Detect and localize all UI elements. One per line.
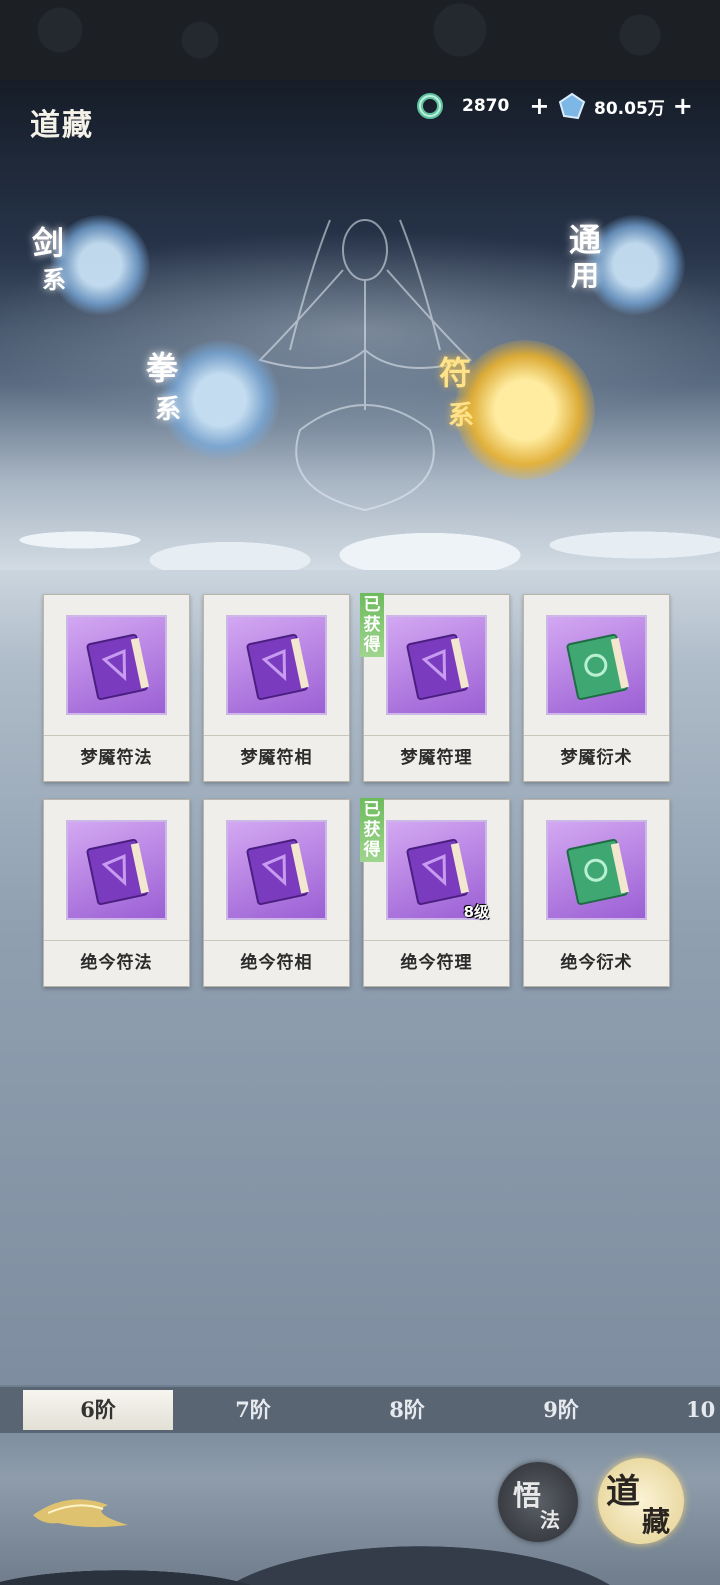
book-card[interactable]: 梦魇衍术 bbox=[523, 594, 670, 782]
book-grid: 梦魇符法 梦魇符相 已获得 梦魇符理 梦魇衍术 绝今符法 绝今符相 8级 已获得… bbox=[43, 593, 673, 987]
book-icon-slot bbox=[546, 615, 647, 715]
book-name: 梦魇符法 bbox=[80, 748, 153, 768]
book-card[interactable]: 梦魇符法 bbox=[43, 594, 190, 782]
purple-book-icon bbox=[86, 633, 150, 701]
book-icon-slot bbox=[66, 615, 167, 715]
spirit-crystal-icon bbox=[558, 92, 586, 120]
book-icon-slot bbox=[546, 820, 647, 920]
book-name: 绝今衍术 bbox=[560, 953, 633, 973]
book-icon-slot bbox=[386, 615, 487, 715]
golden-phoenix-icon bbox=[33, 1499, 128, 1528]
page-title: 道藏 bbox=[30, 108, 94, 143]
tab-tier-10[interactable]: 10 bbox=[686, 1387, 720, 1433]
jade-count: 2870 bbox=[462, 96, 510, 116]
school-general-label-bottom: 用 bbox=[570, 259, 599, 292]
school-sword-label-top: 剑 bbox=[31, 224, 64, 262]
enlighten-button[interactable]: 悟 法 bbox=[498, 1462, 578, 1542]
school-general-label-top: 通 bbox=[568, 221, 601, 259]
enlighten-label-top: 悟 bbox=[513, 1479, 542, 1512]
purple-book-icon bbox=[246, 838, 310, 906]
acquired-badge: 已获得 bbox=[360, 798, 384, 862]
enlighten-label-bottom: 法 bbox=[540, 1508, 560, 1532]
book-icon-slot bbox=[66, 820, 167, 920]
green-book-icon bbox=[566, 633, 630, 701]
book-card[interactable]: 梦魇符相 bbox=[203, 594, 350, 782]
book-level: 8级 bbox=[463, 903, 489, 921]
currency-jade: 2870 + bbox=[416, 92, 549, 120]
tab-tier-6[interactable]: 6阶 bbox=[23, 1390, 173, 1430]
cloud-layer bbox=[0, 450, 720, 570]
add-jade-button[interactable]: + bbox=[529, 94, 549, 118]
book-card[interactable]: 绝今衍术 bbox=[523, 799, 670, 987]
school-sword-label-bottom: 系 bbox=[42, 265, 66, 294]
book-card[interactable]: 8级 已获得 绝今符理 bbox=[360, 798, 510, 987]
book-name: 梦魇衍术 bbox=[560, 748, 633, 768]
school-fist-label-top: 拳 bbox=[145, 349, 178, 387]
card-divider bbox=[44, 735, 189, 736]
dao-label-bottom: 藏 bbox=[642, 1505, 671, 1538]
card-divider bbox=[204, 940, 349, 941]
card-divider bbox=[364, 940, 509, 941]
card-divider bbox=[524, 940, 669, 941]
school-talisman-label-top: 符 bbox=[438, 354, 471, 392]
green-book-icon bbox=[566, 838, 630, 906]
purple-book-icon bbox=[246, 633, 310, 701]
purple-book-icon bbox=[406, 633, 470, 701]
book-name: 绝今符法 bbox=[80, 953, 153, 973]
book-card[interactable]: 绝今符法 bbox=[43, 799, 190, 987]
cloud-pattern bbox=[0, 0, 720, 80]
school-talisman-label-bottom: 系 bbox=[447, 401, 474, 431]
book-name: 梦魇符理 bbox=[400, 748, 473, 768]
currency-crystal: 80.05万 + bbox=[558, 92, 693, 120]
dao-collection-button[interactable]: 道 藏 bbox=[598, 1458, 684, 1544]
dao-label-top: 道 bbox=[606, 1472, 640, 1512]
purple-book-icon bbox=[86, 838, 150, 906]
book-card[interactable]: 已获得 梦魇符理 bbox=[360, 593, 510, 782]
jade-ring-icon bbox=[417, 93, 443, 119]
tab-tier-9[interactable]: 9阶 bbox=[486, 1387, 636, 1433]
card-divider bbox=[524, 735, 669, 736]
school-fist-label-bottom: 系 bbox=[154, 395, 181, 425]
book-name: 绝今符相 bbox=[240, 953, 313, 973]
book-icon-slot bbox=[226, 615, 327, 715]
add-crystal-button[interactable]: + bbox=[673, 94, 693, 118]
tab-tier-7[interactable]: 7阶 bbox=[178, 1387, 328, 1433]
book-name: 梦魇符相 bbox=[240, 748, 313, 768]
book-icon-slot bbox=[226, 820, 327, 920]
acquired-badge: 已获得 bbox=[360, 593, 384, 657]
book-icon-slot: 8级 bbox=[386, 820, 489, 921]
school-selection-scene bbox=[0, 80, 720, 570]
status-band bbox=[0, 0, 720, 80]
book-name: 绝今符理 bbox=[400, 953, 473, 973]
tab-tier-8[interactable]: 8阶 bbox=[332, 1387, 482, 1433]
card-divider bbox=[204, 735, 349, 736]
tier-tab-bar: 6阶 7阶 8阶 9阶 10 bbox=[0, 1387, 720, 1433]
card-divider bbox=[364, 735, 509, 736]
book-card[interactable]: 绝今符相 bbox=[203, 799, 350, 987]
card-divider bbox=[44, 940, 189, 941]
crystal-count: 80.05万 bbox=[594, 98, 665, 119]
